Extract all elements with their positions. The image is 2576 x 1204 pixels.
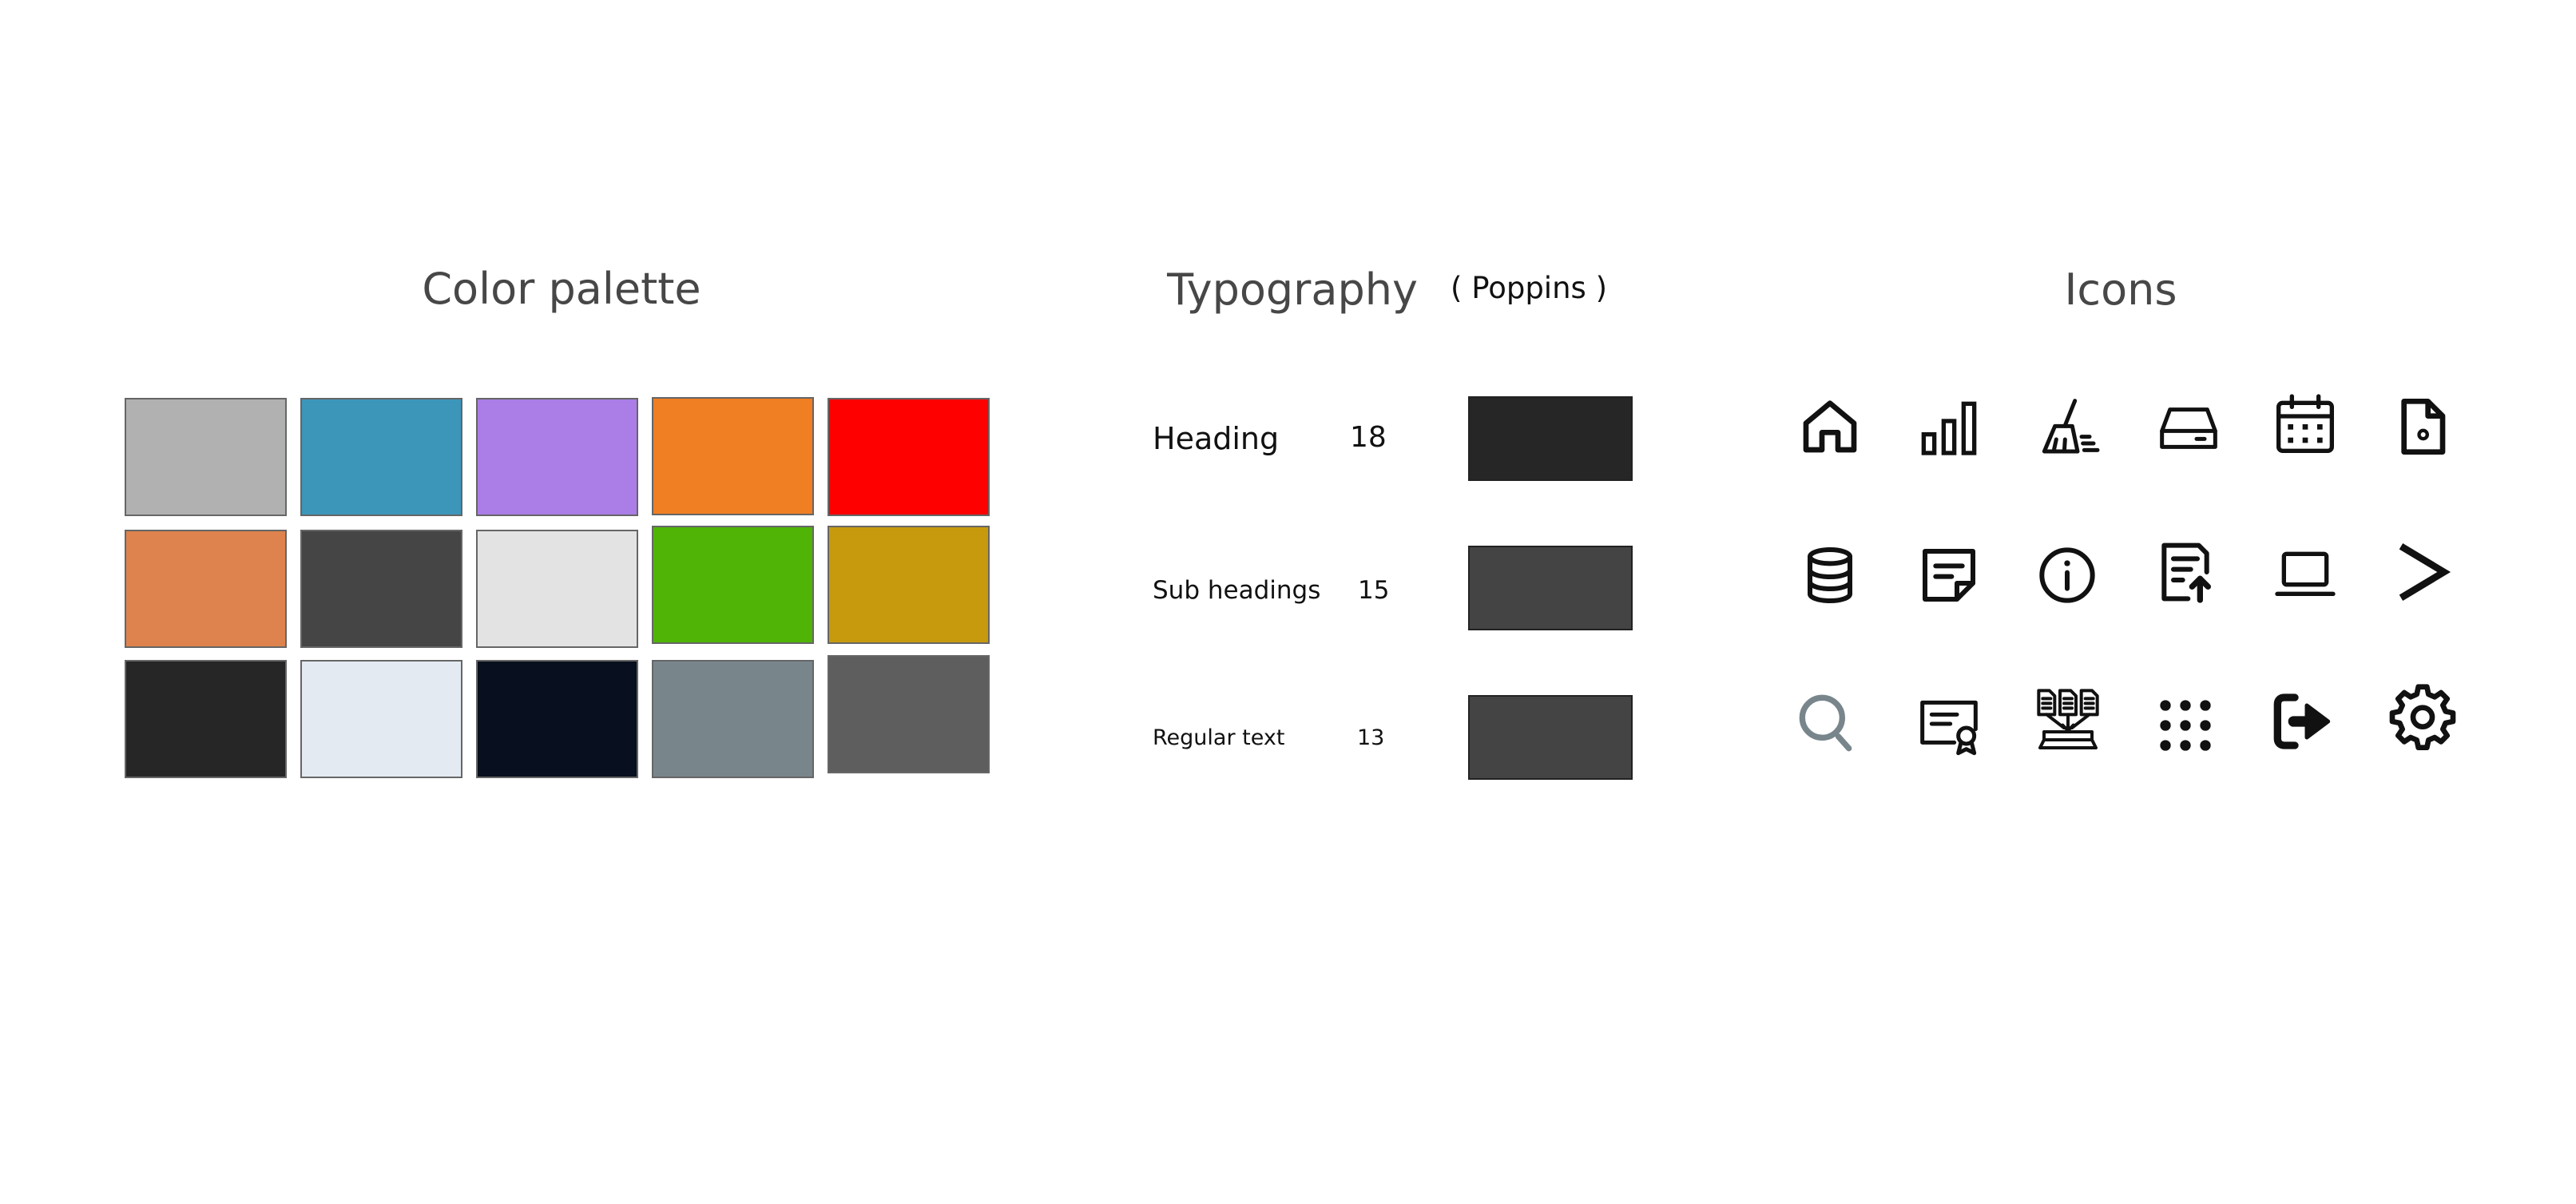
file-upload-icon [2153,540,2217,604]
subheading-style-label: Sub headings [1153,576,1321,605]
heading-size-value: 18 [1350,421,1387,454]
calendar-icon [2273,392,2337,456]
gear-icon [2389,684,2456,750]
chevron-right-icon [2391,540,2455,604]
hard-drive-icon [2157,396,2221,460]
color-swatch [828,655,990,773]
color-swatch [652,526,814,644]
heading-color-sample [1468,396,1633,481]
laptop-icon [2273,543,2337,607]
regular-text-size-value: 13 [1357,725,1385,750]
file-merge-icon [2036,688,2100,752]
bar-chart-icon [1917,397,1981,461]
icons-title: Icons [2064,264,2177,315]
color-swatch [652,660,814,778]
typography-title: Typography [1167,264,1418,315]
certificate-icon [1917,692,1981,756]
color-swatch [125,660,287,778]
broom-icon [2038,395,2102,459]
search-icon [1796,691,1860,755]
color-swatch [828,526,990,644]
color-swatch [652,397,814,515]
info-icon [2035,543,2099,607]
color-swatch [476,530,638,648]
sticky-note-icon [1917,543,1981,607]
color-swatch [300,398,462,516]
subheading-color-sample [1468,546,1633,630]
color-swatch [476,660,638,778]
color-swatch [828,398,990,516]
regular-text-color-sample [1468,695,1633,780]
color-palette-title: Color palette [422,264,701,314]
font-name-label: ( Poppins ) [1451,271,1608,305]
color-swatch [300,530,462,648]
color-swatch [125,530,287,648]
logout-icon [2271,689,2335,753]
apps-grid-icon [2153,693,2217,757]
database-icon [1798,543,1862,607]
color-swatch [476,398,638,516]
file-settings-icon [2391,395,2455,459]
heading-style-label: Heading [1153,421,1280,456]
color-swatch [125,398,287,516]
home-icon [1798,394,1862,458]
color-swatch [300,660,462,778]
subheading-size-value: 15 [1358,576,1390,605]
regular-text-style-label: Regular text [1153,725,1285,750]
